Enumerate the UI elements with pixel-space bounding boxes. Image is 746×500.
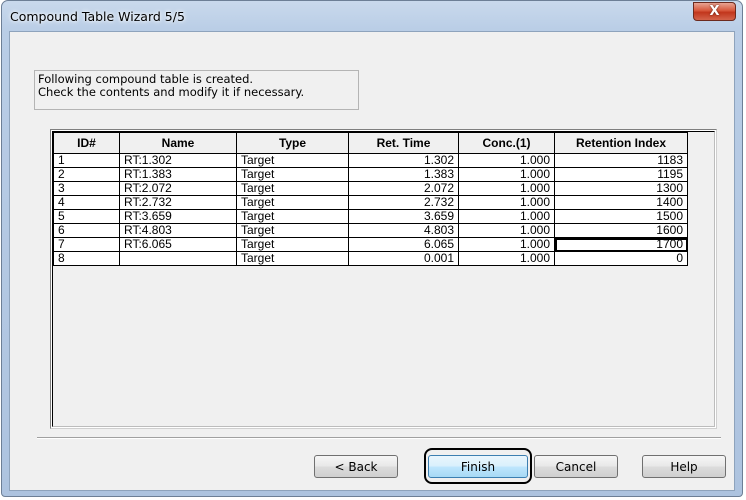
cell-name[interactable]: [119, 251, 237, 266]
cell-type[interactable]: Target: [236, 223, 349, 238]
cell-type[interactable]: Target: [236, 181, 349, 196]
cell-conc[interactable]: 1.000: [458, 167, 555, 182]
cell-ret-time[interactable]: 0.001: [348, 251, 459, 266]
cell-retention-index[interactable]: 1300: [554, 181, 688, 196]
compound-table-frame: ID# Name Type Ret. Time Conc.(1) Retenti…: [50, 129, 717, 429]
window-title: Compound Table Wizard 5/5: [10, 9, 185, 24]
cell-ret-time[interactable]: 4.803: [348, 223, 459, 238]
cell-conc[interactable]: 1.000: [458, 209, 555, 224]
cell-type[interactable]: Target: [236, 251, 349, 266]
column-header-type[interactable]: Type: [236, 132, 349, 154]
title-bar: Compound Table Wizard 5/5 X: [2, 1, 742, 31]
dialog-client-area: Following compound table is created. Che…: [9, 31, 735, 491]
button-separator: [37, 437, 721, 439]
cell-ret-time[interactable]: 2.072: [348, 181, 459, 196]
column-header-id[interactable]: ID#: [53, 132, 120, 154]
cell-conc[interactable]: 1.000: [458, 223, 555, 238]
finish-button[interactable]: Finish: [428, 455, 528, 478]
cell-name[interactable]: RT:1.383: [119, 167, 237, 182]
info-line-2: Check the contents and modify it if nece…: [38, 85, 305, 99]
table-row: 6 RT:4.803 Target 4.803 1.000 1600: [53, 223, 688, 238]
cell-retention-index[interactable]: 1195: [554, 167, 688, 182]
cell-name[interactable]: RT:1.302: [119, 153, 237, 168]
cell-conc[interactable]: 1.000: [458, 153, 555, 168]
cell-retention-index[interactable]: 1400: [554, 195, 688, 210]
wizard-window: Compound Table Wizard 5/5 X Following co…: [1, 0, 743, 497]
cell-retention-index-selected[interactable]: 1700: [554, 237, 688, 252]
table-row: 5 RT:3.659 Target 3.659 1.000 1500: [53, 209, 688, 224]
table-row: 1 RT:1.302 Target 1.302 1.000 1183: [53, 153, 688, 168]
cell-id[interactable]: 4: [53, 195, 120, 210]
cell-id[interactable]: 6: [53, 223, 120, 238]
cell-conc[interactable]: 1.000: [458, 195, 555, 210]
close-button[interactable]: X: [693, 2, 736, 21]
help-button[interactable]: Help: [642, 455, 726, 478]
cell-id[interactable]: 5: [53, 209, 120, 224]
cell-ret-time[interactable]: 2.732: [348, 195, 459, 210]
cell-type[interactable]: Target: [236, 195, 349, 210]
cell-id[interactable]: 8: [53, 251, 120, 266]
table-header-row: ID# Name Type Ret. Time Conc.(1) Retenti…: [53, 132, 688, 154]
cell-name[interactable]: RT:3.659: [119, 209, 237, 224]
cell-ret-time[interactable]: 3.659: [348, 209, 459, 224]
table-row: 8 Target 0.001 1.000 0: [53, 251, 688, 266]
cell-type[interactable]: Target: [236, 237, 349, 252]
column-header-ret-time[interactable]: Ret. Time: [348, 132, 459, 154]
cell-retention-index[interactable]: 1600: [554, 223, 688, 238]
cell-ret-time[interactable]: 6.065: [348, 237, 459, 252]
cell-retention-index[interactable]: 0: [554, 251, 688, 266]
close-icon: X: [709, 4, 720, 19]
cell-name[interactable]: RT:6.065: [119, 237, 237, 252]
column-header-retention-index[interactable]: Retention Index: [554, 132, 688, 154]
cell-conc[interactable]: 1.000: [458, 237, 555, 252]
cell-id[interactable]: 7: [53, 237, 120, 252]
cell-id[interactable]: 2: [53, 167, 120, 182]
column-header-conc[interactable]: Conc.(1): [458, 132, 555, 154]
cancel-button[interactable]: Cancel: [534, 455, 618, 478]
cell-retention-index[interactable]: 1183: [554, 153, 688, 168]
table-row: 7 RT:6.065 Target 6.065 1.000 1700: [53, 237, 688, 252]
info-message-box: Following compound table is created. Che…: [34, 70, 359, 110]
cell-name[interactable]: RT:2.072: [119, 181, 237, 196]
back-button[interactable]: < Back: [314, 455, 398, 478]
cell-ret-time[interactable]: 1.302: [348, 153, 459, 168]
cell-ret-time[interactable]: 1.383: [348, 167, 459, 182]
cell-name[interactable]: RT:2.732: [119, 195, 237, 210]
table-row: 2 RT:1.383 Target 1.383 1.000 1195: [53, 167, 688, 182]
compound-table-grid[interactable]: ID# Name Type Ret. Time Conc.(1) Retenti…: [52, 131, 715, 427]
cell-id[interactable]: 3: [53, 181, 120, 196]
cell-conc[interactable]: 1.000: [458, 251, 555, 266]
cell-name[interactable]: RT:4.803: [119, 223, 237, 238]
column-header-name[interactable]: Name: [119, 132, 237, 154]
cell-type[interactable]: Target: [236, 167, 349, 182]
cell-retention-index[interactable]: 1500: [554, 209, 688, 224]
cell-conc[interactable]: 1.000: [458, 181, 555, 196]
compound-table: ID# Name Type Ret. Time Conc.(1) Retenti…: [53, 132, 688, 266]
table-row: 3 RT:2.072 Target 2.072 1.000 1300: [53, 181, 688, 196]
table-row: 4 RT:2.732 Target 2.732 1.000 1400: [53, 195, 688, 210]
cell-type[interactable]: Target: [236, 153, 349, 168]
cell-id[interactable]: 1: [53, 153, 120, 168]
cell-type[interactable]: Target: [236, 209, 349, 224]
